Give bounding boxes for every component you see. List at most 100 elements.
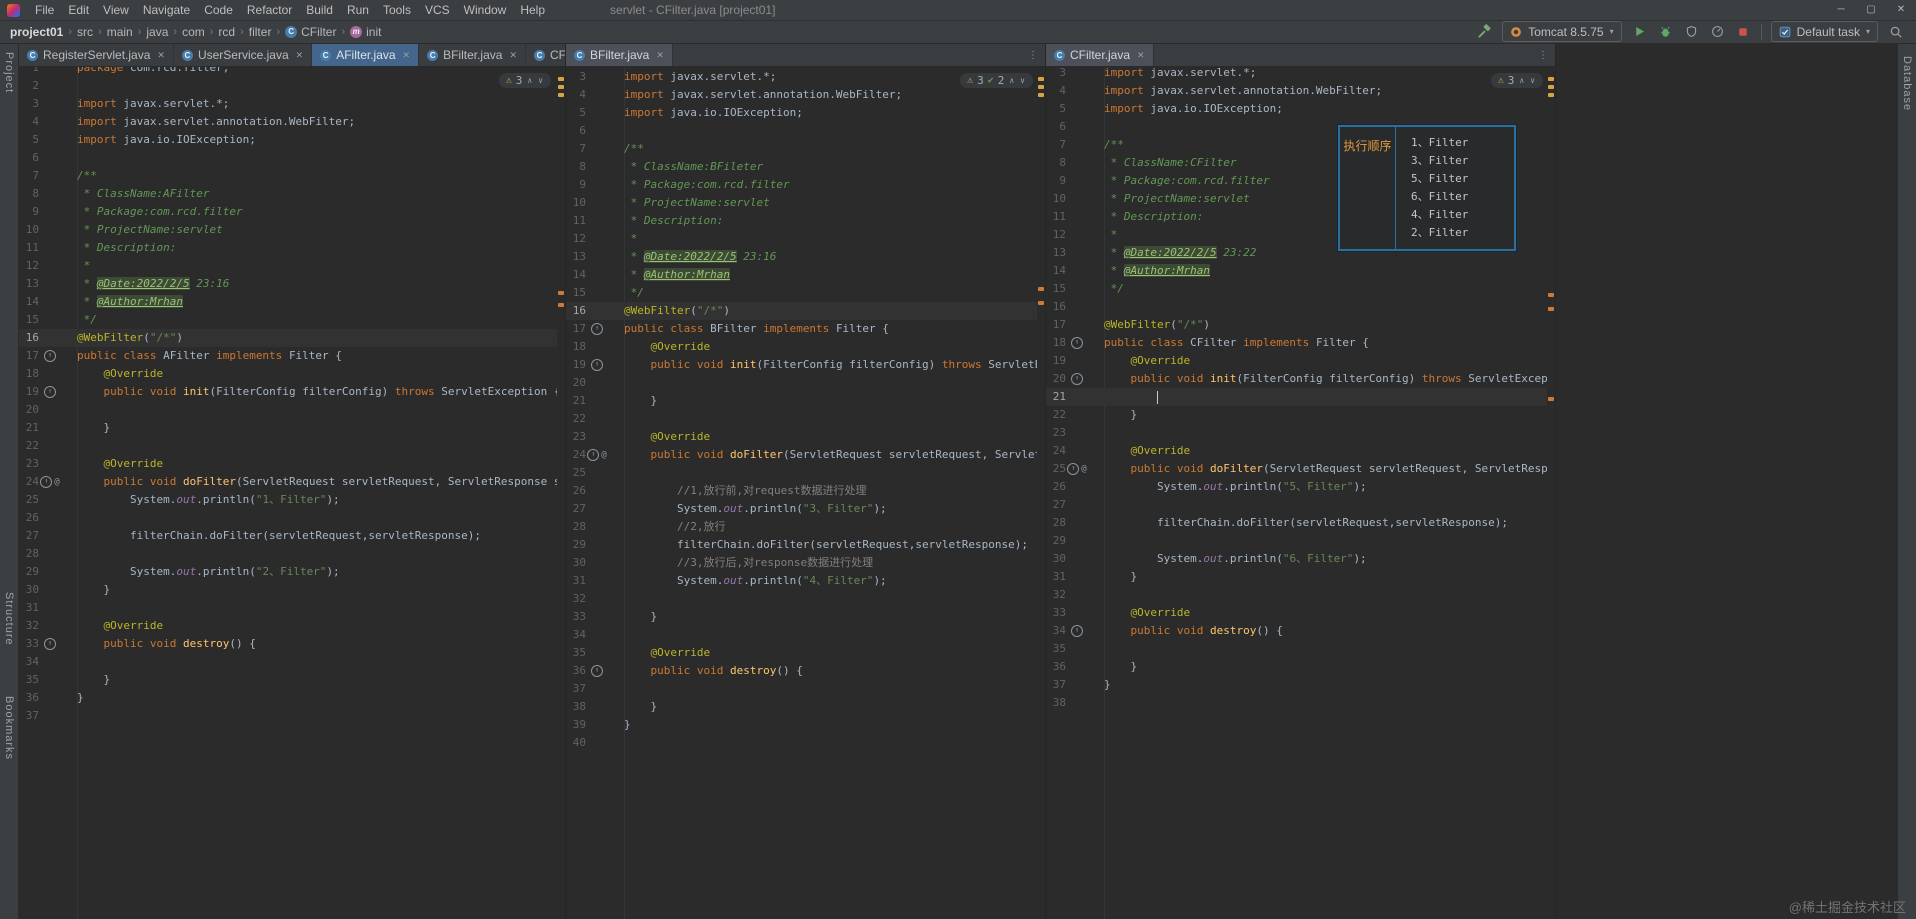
tab-BFilter.java[interactable]: CBFilter.java✕	[419, 44, 526, 66]
fold-column[interactable]	[608, 716, 624, 734]
line-number[interactable]: 24	[1046, 442, 1066, 460]
code-line[interactable]: 40	[566, 734, 1037, 752]
code-line[interactable]: 37}	[1046, 676, 1547, 694]
line-number[interactable]: 37	[19, 707, 39, 725]
code-line[interactable]: 36↑ public void destroy() {	[566, 662, 1037, 680]
code-line[interactable]: 16@WebFilter("/*")	[19, 329, 557, 347]
line-number[interactable]: 36	[19, 689, 39, 707]
line-number[interactable]: 23	[566, 428, 586, 446]
code-line[interactable]: 10 * ProjectName:servlet	[566, 194, 1037, 212]
menu-build[interactable]: Build	[299, 0, 340, 20]
fold-column[interactable]	[608, 572, 624, 590]
task-select[interactable]: Default task ▾	[1771, 21, 1878, 42]
fold-column[interactable]	[608, 644, 624, 662]
code-line[interactable]: 4import javax.servlet.annotation.WebFilt…	[1046, 82, 1547, 100]
fold-column[interactable]	[1088, 406, 1104, 424]
line-number[interactable]: 28	[566, 518, 586, 536]
line-number[interactable]: 8	[19, 185, 39, 203]
tool-button-project[interactable]: Project	[3, 52, 15, 93]
fold-column[interactable]	[61, 581, 77, 599]
code-line[interactable]: 19↑ public void init(FilterConfig filter…	[19, 383, 557, 401]
implements-marker-icon[interactable]: ↑	[44, 350, 56, 362]
fold-column[interactable]	[608, 104, 624, 122]
fold-column[interactable]	[1088, 82, 1104, 100]
line-number[interactable]: 37	[566, 680, 586, 698]
fold-column[interactable]	[61, 131, 77, 149]
line-number[interactable]: 11	[1046, 208, 1066, 226]
line-number[interactable]: 15	[566, 284, 586, 302]
code-line[interactable]: 11 * Description:	[566, 212, 1037, 230]
code-line[interactable]: 26	[19, 509, 557, 527]
tool-button-bookmarks[interactable]: Bookmarks	[3, 696, 15, 760]
code-line[interactable]: 24↑@ public void doFilter(ServletRequest…	[19, 473, 557, 491]
menu-code[interactable]: Code	[197, 0, 240, 20]
fold-column[interactable]	[1088, 100, 1104, 118]
fold-column[interactable]	[1088, 298, 1104, 316]
line-number[interactable]: 9	[566, 176, 586, 194]
breadcrumb-item-src[interactable]: src	[75, 25, 95, 39]
code-line[interactable]: 13 * @Date:2022/2/5 23:16	[566, 248, 1037, 266]
fold-column[interactable]	[1088, 280, 1104, 298]
fold-column[interactable]	[1088, 550, 1104, 568]
breadcrumb-item-com[interactable]: com	[180, 25, 207, 39]
code-line[interactable]: 37	[19, 707, 557, 725]
scrollbar-stripe[interactable]	[1547, 67, 1555, 919]
fold-column[interactable]	[1088, 118, 1104, 136]
code-line[interactable]: 17↑public class BFilter implements Filte…	[566, 320, 1037, 338]
code-line[interactable]: 23 @Override	[19, 455, 557, 473]
code-line[interactable]: 26 //1,放行前,对request数据进行处理	[566, 482, 1037, 500]
next-highlight-icon[interactable]: ∨	[537, 76, 544, 85]
code-line[interactable]: 24 @Override	[1046, 442, 1547, 460]
code-line[interactable]: 17@WebFilter("/*")	[1046, 316, 1547, 334]
fold-column[interactable]	[608, 536, 624, 554]
code-line[interactable]: 35	[1046, 640, 1547, 658]
code-line[interactable]: 37	[566, 680, 1037, 698]
fold-column[interactable]	[608, 590, 624, 608]
code-line[interactable]: 34	[566, 626, 1037, 644]
code-line[interactable]: 18 @Override	[566, 338, 1037, 356]
menu-refactor[interactable]: Refactor	[240, 0, 299, 20]
fold-column[interactable]	[61, 419, 77, 437]
code-line[interactable]: 21	[1046, 388, 1547, 406]
code-line[interactable]: 21 }	[19, 419, 557, 437]
close-icon[interactable]: ✕	[1137, 50, 1145, 61]
line-number[interactable]: 12	[566, 230, 586, 248]
code-line[interactable]: 7/**	[566, 140, 1037, 158]
fold-column[interactable]	[608, 68, 624, 86]
fold-column[interactable]	[1088, 424, 1104, 442]
code-line[interactable]: 30 //3,放行后,对response数据进行处理	[566, 554, 1037, 572]
fold-column[interactable]	[608, 230, 624, 248]
code-line[interactable]: 28	[19, 545, 557, 563]
menu-file[interactable]: File	[28, 0, 61, 20]
code-line[interactable]: 26 System.out.println("5、Filter");	[1046, 478, 1547, 496]
implements-marker-icon[interactable]: ↑	[1071, 337, 1083, 349]
code-line[interactable]: 12 *	[19, 257, 557, 275]
more-vertical-icon[interactable]: ⋮	[1028, 50, 1038, 61]
tab-CFilter.java[interactable]: CCFilter.java✕	[526, 44, 566, 66]
next-highlight-icon[interactable]: ∨	[1529, 76, 1536, 85]
fold-column[interactable]	[608, 608, 624, 626]
fold-column[interactable]	[608, 176, 624, 194]
fold-column[interactable]	[1088, 478, 1104, 496]
line-number[interactable]: 7	[1046, 136, 1066, 154]
fold-column[interactable]	[608, 302, 624, 320]
line-number[interactable]: 3	[566, 68, 586, 86]
fold-column[interactable]	[61, 509, 77, 527]
code-line[interactable]: 20	[19, 401, 557, 419]
code-line[interactable]: 16@WebFilter("/*")	[566, 302, 1037, 320]
fold-column[interactable]	[1088, 604, 1104, 622]
fold-column[interactable]	[608, 140, 624, 158]
code-line[interactable]: 4import javax.servlet.annotation.WebFilt…	[19, 113, 557, 131]
fold-column[interactable]	[1088, 334, 1104, 352]
line-number[interactable]: 4	[566, 86, 586, 104]
line-number[interactable]: 19	[1046, 352, 1066, 370]
code-line[interactable]: 25 System.out.println("1、Filter");	[19, 491, 557, 509]
fold-column[interactable]	[608, 392, 624, 410]
line-number[interactable]: 27	[19, 527, 39, 545]
code-line[interactable]: 14 * @Author:Mrhan	[566, 266, 1037, 284]
line-number[interactable]: 20	[1046, 370, 1066, 388]
code-line[interactable]: 18↑public class CFilter implements Filte…	[1046, 334, 1547, 352]
code-line[interactable]: 39}	[566, 716, 1037, 734]
code-line[interactable]: 15 */	[566, 284, 1037, 302]
line-number[interactable]: 31	[19, 599, 39, 617]
